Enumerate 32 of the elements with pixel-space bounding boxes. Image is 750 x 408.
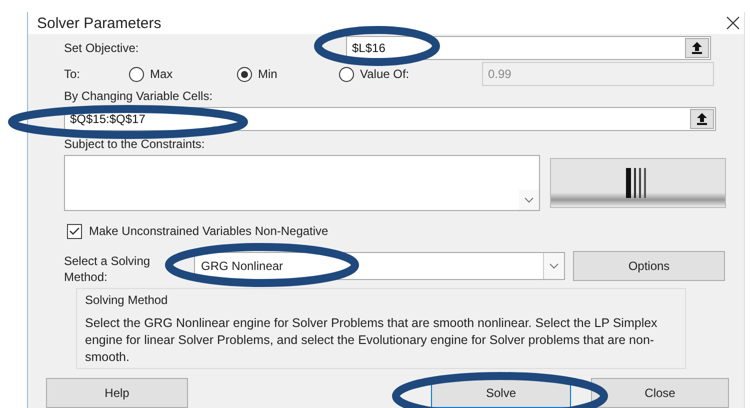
window-title: Solver Parameters bbox=[37, 14, 162, 32]
upload-arrow-icon bbox=[697, 113, 707, 125]
radio-label: Max bbox=[150, 67, 173, 81]
check-icon bbox=[69, 226, 80, 236]
variable-cells-field[interactable]: $Q$15:$Q$17 bbox=[64, 107, 716, 131]
caret-icon bbox=[549, 263, 559, 269]
method-description: Select the GRG Nonlinear engine for Solver Problems that are smooth nonlinear. Select the LP Simplex engine for linear Solver Problems, and select the Evolutionary engine for Solver problems that are non-smooth. bbox=[85, 315, 658, 366]
field-label: Select a Solving Method: bbox=[64, 253, 152, 285]
objective-field[interactable]: $L$16 bbox=[346, 36, 711, 60]
group-title: Solving Method bbox=[85, 293, 169, 307]
range-select-button[interactable] bbox=[690, 109, 714, 129]
method-dropdown[interactable]: GRG Nonlinear bbox=[194, 252, 565, 280]
upload-arrow-icon bbox=[692, 42, 702, 54]
options-button[interactable]: Options bbox=[573, 251, 725, 281]
range-select-button[interactable] bbox=[685, 38, 709, 58]
checkbox-label: Make Unconstrained Variables Non-Negative bbox=[89, 224, 328, 238]
radio-button[interactable] bbox=[237, 66, 252, 82]
field-label: Subject to the Constraints: bbox=[64, 137, 205, 151]
radio-button[interactable] bbox=[129, 66, 144, 82]
radio-label: Value Of: bbox=[360, 67, 410, 81]
field-label: Set Objective: bbox=[64, 41, 140, 55]
field-label: To: bbox=[64, 67, 82, 81]
scroll-down-icon[interactable] bbox=[519, 190, 539, 210]
dialog-button[interactable]: Close bbox=[591, 378, 729, 408]
radio-button[interactable] bbox=[339, 66, 354, 82]
checkbox[interactable] bbox=[67, 224, 82, 238]
radio-label: Min bbox=[258, 67, 278, 81]
caret-icon bbox=[524, 197, 534, 203]
dialog-button[interactable]: Help bbox=[46, 378, 188, 408]
constraint-button[interactable] bbox=[550, 158, 726, 208]
field-label: By Changing Variable Cells: bbox=[64, 89, 213, 103]
close-icon[interactable] bbox=[726, 16, 740, 30]
